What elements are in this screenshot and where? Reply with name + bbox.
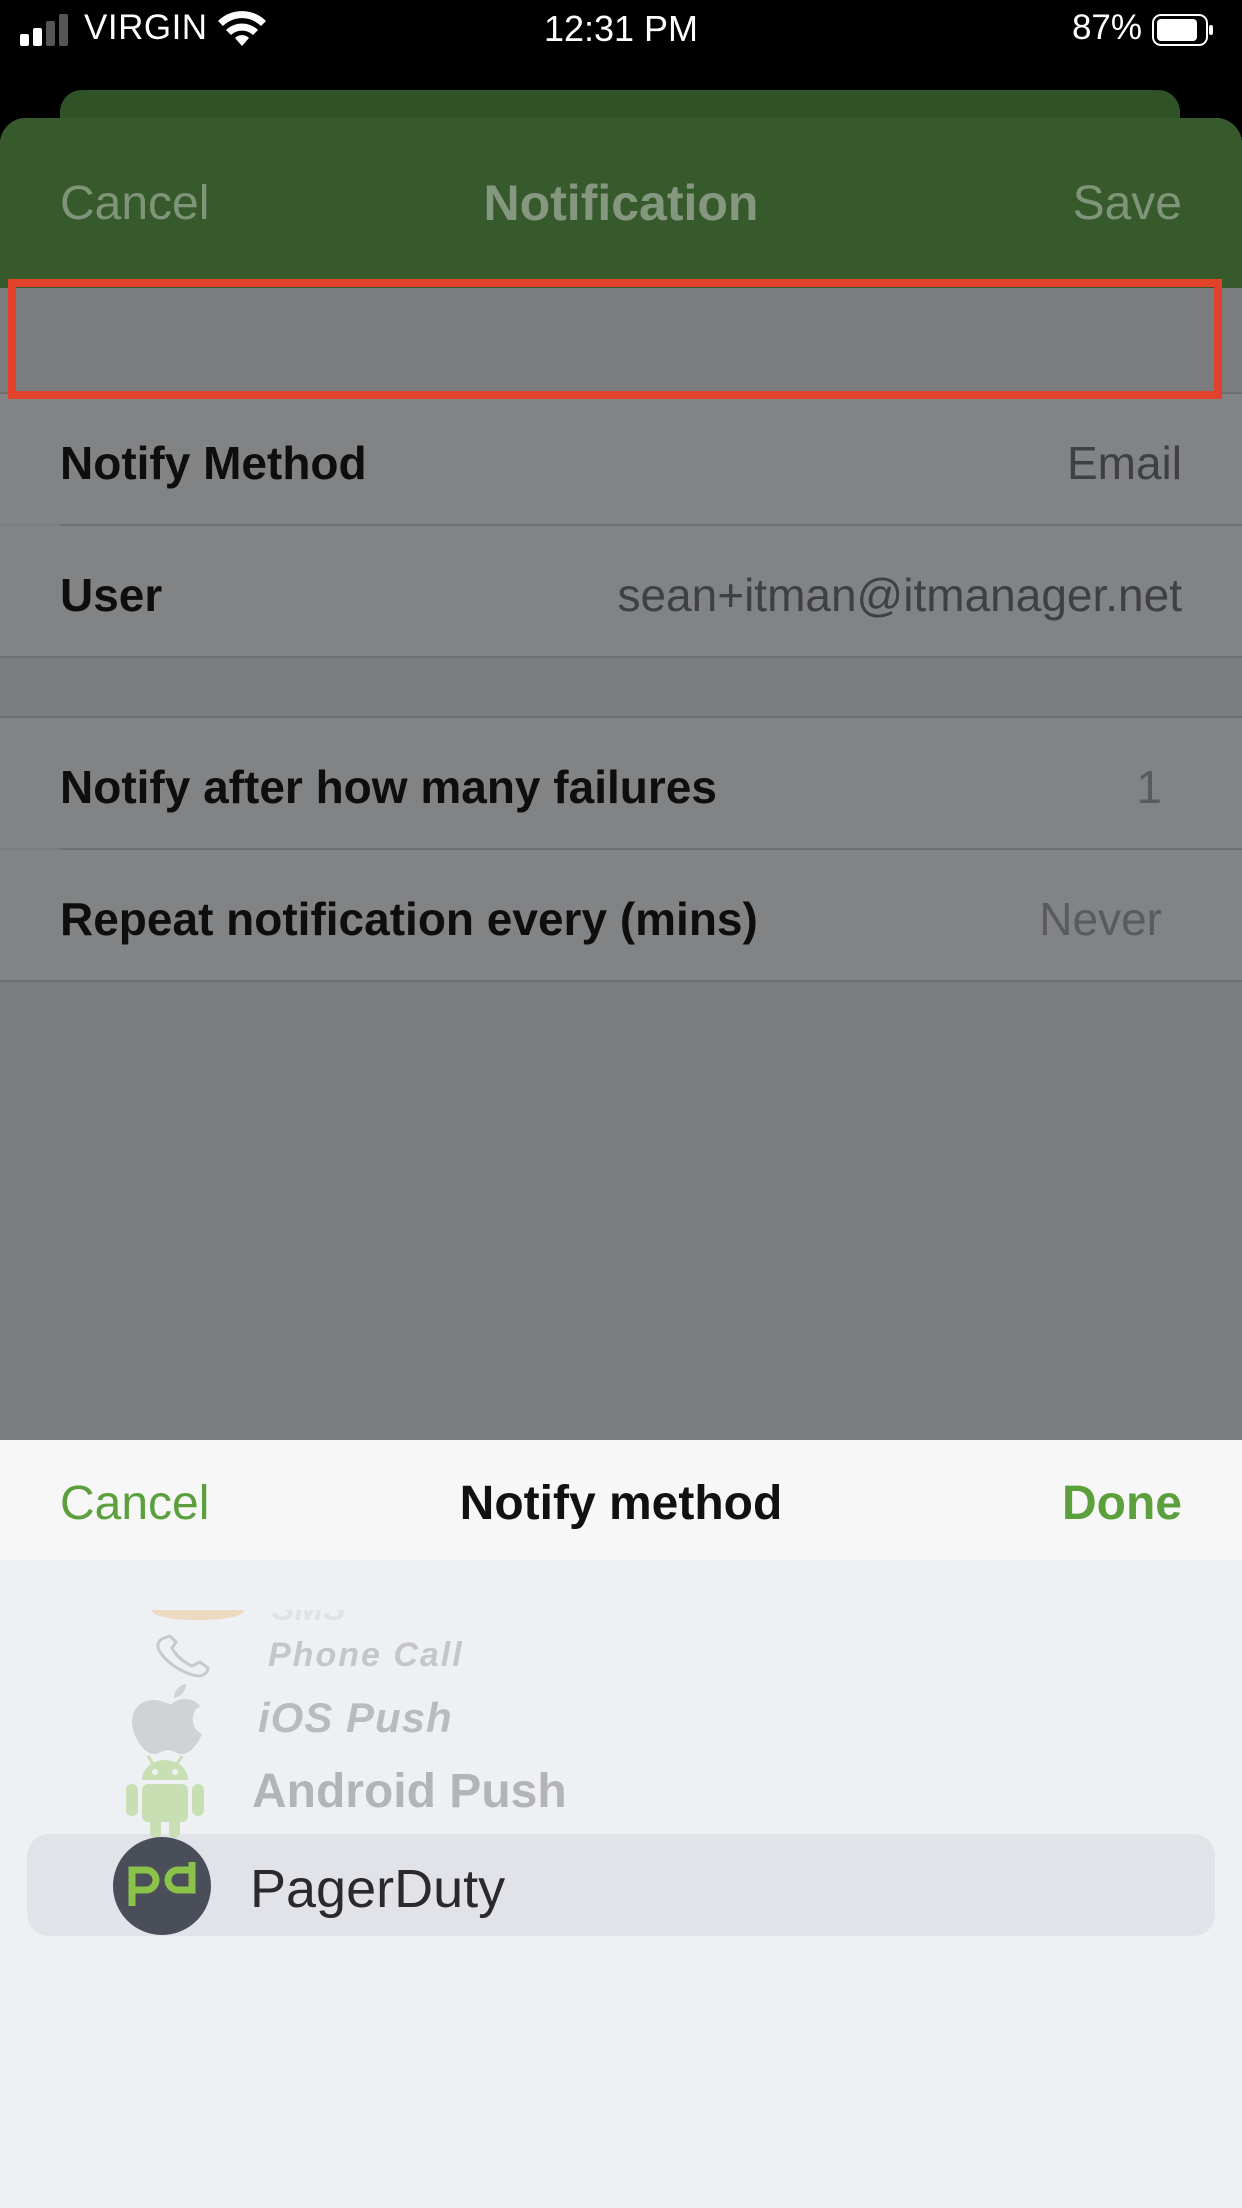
battery-percentage: 87% xyxy=(1071,8,1142,47)
repeat-row[interactable]: Repeat notification every (mins) Never xyxy=(0,850,1242,980)
picker-option-label: Phone Call xyxy=(268,1636,464,1674)
picker-option-phone-call[interactable]: Phone Call xyxy=(0,1632,1242,1682)
picker-option-pagerduty[interactable]: PagerDuty xyxy=(0,1836,1242,1936)
navigation-bar: Cancel Notification Save xyxy=(0,118,1242,288)
picker-option-label: PagerDuty xyxy=(250,1859,506,1919)
status-bar: VIRGIN 12:31 PM 87% xyxy=(0,0,1242,62)
failures-value: 1 xyxy=(1136,761,1162,813)
user-value: sean+itman@itmanager.net xyxy=(617,569,1182,621)
failures-row[interactable]: Notify after how many failures 1 xyxy=(0,718,1242,848)
picker-option-label: SMS xyxy=(272,1610,346,1629)
divider xyxy=(0,656,1242,658)
picker-title: Notify method xyxy=(459,1477,783,1530)
picker-done-button[interactable]: Done xyxy=(1062,1476,1182,1531)
notify-method-picker[interactable]: SMS Phone Call iOS Push Android Push xyxy=(0,1560,1242,2208)
repeat-value: Never xyxy=(1039,893,1162,945)
user-row[interactable]: User sean+itman@itmanager.net xyxy=(0,526,1242,656)
divider xyxy=(0,980,1242,982)
save-button[interactable]: Save xyxy=(1073,176,1182,231)
notify-method-row[interactable]: Notify Method Email xyxy=(0,394,1242,524)
picker-toolbar: Cancel Notify method Done xyxy=(0,1440,1242,1560)
repeat-label: Repeat notification every (mins) xyxy=(60,893,758,945)
failures-label: Notify after how many failures xyxy=(60,761,717,813)
picker-option-label: Android Push xyxy=(252,1765,567,1818)
notify-method-label: Notify Method xyxy=(60,437,367,489)
picker-option-label: iOS Push xyxy=(258,1694,453,1741)
android-icon xyxy=(126,1755,204,1838)
highlight-box xyxy=(8,279,1222,399)
phone-icon xyxy=(156,1634,210,1678)
clock: 12:31 PM xyxy=(543,8,699,49)
pagerduty-icon xyxy=(113,1837,211,1935)
sms-icon xyxy=(152,1610,244,1620)
picker-option-sms[interactable]: SMS xyxy=(0,1610,1242,1632)
page-title: Notification xyxy=(483,175,759,231)
battery-icon xyxy=(1152,14,1213,46)
picker-option-android-push[interactable]: Android Push xyxy=(0,1744,1242,1840)
user-label: User xyxy=(60,569,163,621)
notify-method-value: Email xyxy=(1066,437,1182,489)
